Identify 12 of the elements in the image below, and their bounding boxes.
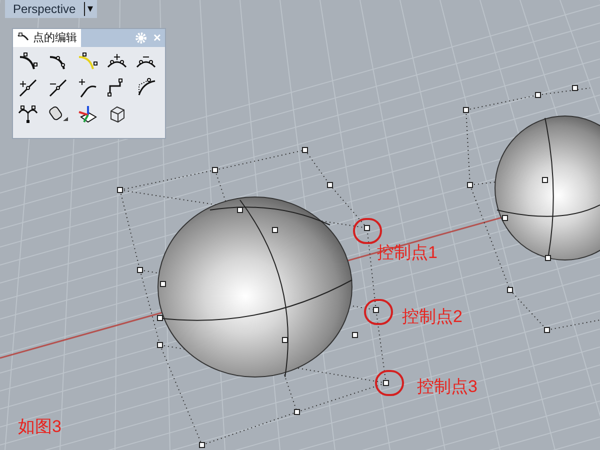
viewport-title[interactable]: Perspective (5, 0, 84, 18)
add-kink-icon[interactable] (76, 77, 98, 99)
annotation-label: 控制点2 (402, 307, 462, 327)
toolbar-tab[interactable]: 点的编辑 (13, 29, 81, 47)
point-edit-icon[interactable] (17, 103, 39, 125)
add-knot-icon[interactable] (17, 77, 39, 99)
viewport-menu-button[interactable]: ▾ (84, 2, 97, 16)
remove-knot-icon[interactable] (46, 77, 69, 99)
toolbar-title: 点的编辑 (33, 30, 77, 46)
gumball-icon[interactable] (76, 103, 98, 125)
annotation-label: 控制点3 (417, 377, 478, 397)
figure-caption: 如图3 (18, 416, 62, 438)
